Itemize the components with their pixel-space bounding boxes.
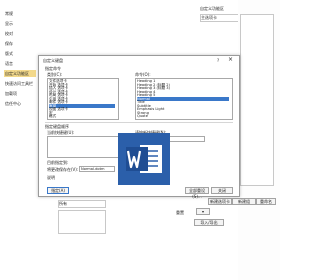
reset-all-button[interactable]: 全部重设(S)... — [185, 187, 209, 199]
save-in-dropdown[interactable]: Normal.dotm — [79, 166, 115, 172]
ribbon-tree[interactable] — [240, 14, 274, 186]
current-keys-label: 当前快捷键(U): — [47, 130, 75, 135]
rename-button[interactable]: 重命名 — [256, 198, 276, 205]
close-button[interactable]: 关闭 — [211, 187, 233, 194]
commands-list[interactable] — [58, 210, 106, 234]
nav-item-proofing[interactable]: 校对 — [4, 30, 36, 37]
import-export-button[interactable]: 导入/导出 — [194, 219, 224, 226]
nav-item-layout[interactable]: 版式 — [4, 50, 36, 57]
commands-label: 命令(O): — [135, 72, 151, 77]
current-keys-list[interactable] — [47, 136, 119, 158]
divider — [45, 122, 233, 123]
nav-item-addins[interactable]: 加载项 — [4, 90, 36, 97]
word-logo-graphic — [118, 133, 170, 185]
commands-section-title: 指定命令 — [45, 66, 61, 71]
nav-item-quick-access[interactable]: 快速访问工具栏 — [4, 80, 36, 87]
keys-section-title: 指定键盘顺序 — [45, 124, 69, 129]
commands-filter-value: 所有 — [59, 201, 67, 206]
options-navigation: 常规 显示 校对 保存 版式 语言 自定义功能区 快速访问工具栏 加载项 信任中… — [0, 0, 38, 280]
save-in-value: Normal.dotm — [81, 167, 105, 171]
tabs-dropdown[interactable]: 主选项卡 — [200, 14, 242, 22]
categories-label: 类别(C): — [47, 72, 63, 77]
ribbon-label: 自定义功能区 — [200, 6, 224, 11]
list-item-selected[interactable]: Normal — [137, 96, 229, 101]
reset-dropdown[interactable]: ▾ — [196, 208, 210, 215]
nav-item-general[interactable]: 常规 — [4, 10, 36, 17]
new-tab-button[interactable]: 新建选项卡 — [208, 198, 232, 205]
save-in-label: 将更改保存在(V): — [47, 167, 79, 172]
list-item[interactable]: 格式 — [49, 114, 56, 118]
nav-item-customize-ribbon[interactable]: 自定义功能区 — [4, 70, 36, 77]
nav-item-language[interactable]: 语言 — [4, 60, 36, 67]
commands-listbox[interactable]: Heading 1 Heading 2 (标题 2) Heading 3 (标题… — [135, 78, 233, 120]
dialog-titlebar: 自定义键盘 ? × — [39, 56, 239, 65]
commands-filter-dropdown[interactable]: 所有 — [58, 200, 106, 208]
categories-list[interactable]: 文件选项卡 开始 选项卡 插入 选项卡 设计 选项卡 布局 选项卡 引用 选项卡… — [47, 78, 119, 120]
current-assign-label: 目前指定到: — [47, 160, 69, 165]
help-icon[interactable]: ? — [217, 58, 219, 63]
close-icon[interactable]: × — [228, 57, 233, 63]
list-item[interactable]: Quote — [137, 114, 148, 118]
description-label: 说明 — [47, 175, 55, 180]
options-right-panel — [238, 0, 280, 280]
nav-item-trust-center[interactable]: 信任中心 — [4, 100, 36, 107]
dialog-title: 自定义键盘 — [43, 58, 63, 63]
new-group-button[interactable]: 新建组 — [232, 198, 256, 205]
nav-item-display[interactable]: 显示 — [4, 20, 36, 27]
tabs-dropdown-value: 主选项卡 — [201, 15, 217, 20]
assign-button[interactable]: 指定(A) — [47, 187, 69, 194]
reset-label: 重置 — [176, 210, 184, 215]
nav-item-save[interactable]: 保存 — [4, 40, 36, 47]
word-logo-icon — [118, 133, 170, 185]
